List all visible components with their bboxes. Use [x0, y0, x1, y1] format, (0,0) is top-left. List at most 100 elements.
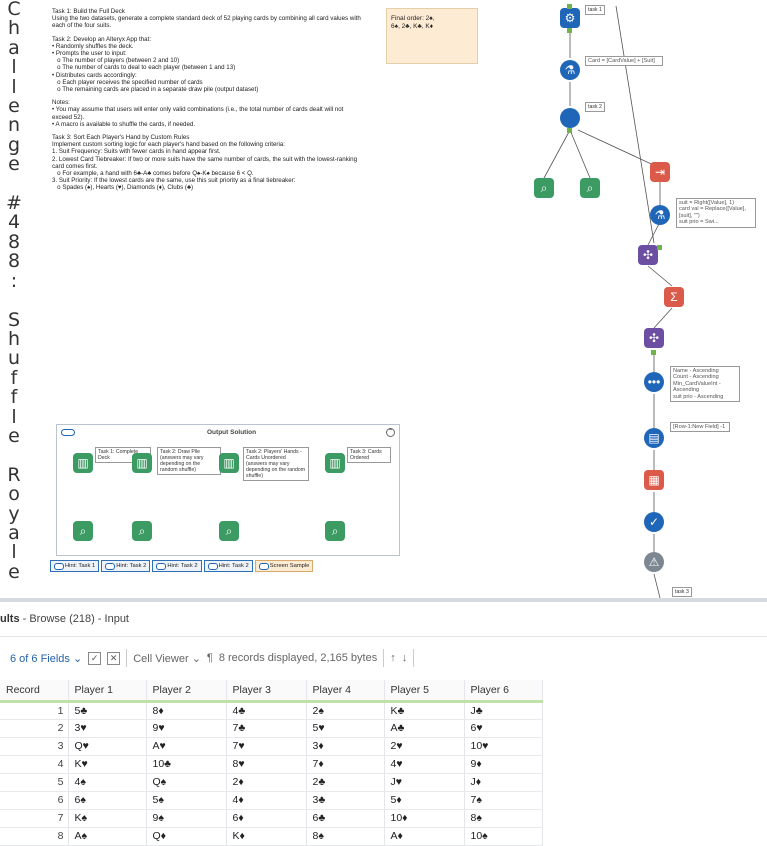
table-cell[interactable]: 2♠	[306, 701, 385, 720]
column-header[interactable]: Player 1	[68, 680, 147, 703]
table-cell[interactable]: K♥	[68, 755, 147, 774]
table-cell[interactable]: 8♠	[306, 827, 385, 846]
table-cell[interactable]: K♦	[226, 827, 307, 846]
join-anchor[interactable]	[651, 350, 656, 355]
join-tool[interactable]: ✣	[638, 245, 658, 265]
table-row[interactable]: 1 5♣ 8♦ 4♣ 2♠ K♣ J♣	[0, 701, 543, 720]
column-header[interactable]: Player 5	[384, 680, 465, 703]
column-header[interactable]: Player 6	[464, 680, 543, 703]
browse-output-3[interactable]: ▥	[219, 453, 239, 473]
table-cell[interactable]: Q♥	[68, 737, 147, 756]
arrow-down-icon[interactable]: ↓	[402, 652, 408, 664]
table-cell[interactable]: 4♣	[226, 701, 307, 720]
browse-tool-d[interactable]: ⌕	[325, 521, 345, 541]
table-row[interactable]: 4 K♥ 10♣ 8♥ 7♦ 4♥ 9♦	[0, 755, 543, 774]
table-row[interactable]: 7 K♠ 9♠ 6♦ 6♣ 10♦ 8♠	[0, 809, 543, 828]
table-cell[interactable]: 9♠	[146, 809, 227, 828]
arrow-up-icon[interactable]: ↑	[390, 652, 396, 664]
table-cell[interactable]: 5♠	[146, 791, 227, 810]
table-cell[interactable]: 3♦	[306, 737, 385, 756]
column-header[interactable]: Record	[0, 680, 69, 703]
table-row[interactable]: 6 6♠ 5♠ 4♦ 3♣ 5♦ 7♠	[0, 791, 543, 810]
table-cell[interactable]: 5♣	[68, 701, 147, 720]
table-cell[interactable]: 6♦	[226, 809, 307, 828]
clear-icon[interactable]: ✕	[107, 651, 121, 665]
workflow-canvas[interactable]: Challenge #4 8 8: Shuffle Royale Task 1: B…	[0, 0, 767, 600]
table-cell[interactable]: 6♠	[68, 791, 147, 810]
table-cell[interactable]: 6♣	[306, 809, 385, 828]
table-cell[interactable]: A♥	[146, 737, 227, 756]
hint-task2-button-3[interactable]: Hint: Task 2	[203, 560, 253, 572]
browse-output-2[interactable]: ▥	[132, 453, 152, 473]
table-cell[interactable]: 9♦	[464, 755, 543, 774]
sort-tool[interactable]: •••	[644, 372, 664, 392]
hint-task2-button-2[interactable]: Hint: Task 2	[152, 560, 202, 572]
output-anchor[interactable]	[567, 4, 572, 9]
table-cell[interactable]: J♥	[384, 773, 465, 792]
join-anchor[interactable]	[657, 245, 662, 250]
select-tool[interactable]: ✓	[644, 512, 664, 532]
table-cell[interactable]: K♠	[68, 809, 147, 828]
table-cell[interactable]: 7♥	[226, 737, 307, 756]
table-cell[interactable]: 10♥	[464, 737, 543, 756]
collapse-icon[interactable]: ⌃	[386, 428, 395, 437]
table-cell[interactable]: 2♥	[384, 737, 465, 756]
table-cell[interactable]: 7♠	[464, 791, 543, 810]
table-cell[interactable]: A♣	[384, 719, 465, 738]
screen-sample-button[interactable]: Screen Sample	[254, 560, 314, 572]
table-cell[interactable]: 6♥	[464, 719, 543, 738]
table-cell[interactable]: 10♠	[464, 827, 543, 846]
table-row[interactable]: 5 4♠ Q♠ 2♦ 2♣ J♥ J♦	[0, 773, 543, 792]
browse-tool-2[interactable]: ⌕	[580, 178, 600, 198]
column-header[interactable]: Player 2	[146, 680, 227, 703]
formula-tool-2[interactable]: ⚗	[650, 205, 670, 225]
table-cell[interactable]: 8♦	[146, 701, 227, 720]
browse-tool-1[interactable]: ⌕	[534, 178, 554, 198]
table-cell[interactable]: 5♥	[306, 719, 385, 738]
table-cell[interactable]: 2♦	[226, 773, 307, 792]
table-cell[interactable]: 9♥	[146, 719, 227, 738]
browse-output-1[interactable]: ▥	[73, 453, 93, 473]
checkbox-icon[interactable]: ✓	[88, 651, 102, 665]
generate-rows-tool[interactable]: ⚙	[560, 8, 580, 28]
output-solution-container[interactable]: Output Solution ⌃ ▥ Task 1: Complete Dec…	[56, 424, 400, 556]
text-to-columns-tool[interactable]: ⇥	[650, 162, 670, 182]
table-cell[interactable]: 7♦	[306, 755, 385, 774]
paragraph-icon[interactable]: ¶	[207, 652, 213, 664]
browse-output-4[interactable]: ▥	[325, 453, 345, 473]
table-cell[interactable]: 10♦	[384, 809, 465, 828]
output-anchor[interactable]	[567, 28, 572, 33]
table-cell[interactable]: 5♦	[384, 791, 465, 810]
table-cell[interactable]: 4♥	[384, 755, 465, 774]
table-cell[interactable]: Q♦	[146, 827, 227, 846]
cell-viewer-dropdown[interactable]: Cell Viewer ⌄	[133, 652, 201, 665]
table-cell[interactable]: 8♥	[226, 755, 307, 774]
column-header[interactable]: Player 3	[226, 680, 307, 703]
macro-tool[interactable]	[560, 108, 580, 128]
table-cell[interactable]: 3♥	[68, 719, 147, 738]
test-tool[interactable]: ⚠	[644, 552, 664, 572]
table-cell[interactable]: 2♣	[306, 773, 385, 792]
table-cell[interactable]: 4♦	[226, 791, 307, 810]
table-row[interactable]: 3 Q♥ A♥ 7♥ 3♦ 2♥ 10♥	[0, 737, 543, 756]
multi-row-formula-tool[interactable]: ▤	[644, 428, 664, 448]
column-header[interactable]: Player 4	[306, 680, 385, 703]
hint-task2-button[interactable]: Hint: Task 2	[101, 560, 151, 572]
table-cell[interactable]: Q♠	[146, 773, 227, 792]
browse-tool-a[interactable]: ⌕	[73, 521, 93, 541]
crosstab-tool[interactable]: ▦	[644, 470, 664, 490]
table-cell[interactable]: 4♠	[68, 773, 147, 792]
table-row[interactable]: 2 3♥ 9♥ 7♣ 5♥ A♣ 6♥	[0, 719, 543, 738]
table-cell[interactable]: J♣	[464, 701, 543, 720]
summarize-tool[interactable]: Σ	[664, 287, 684, 307]
table-row[interactable]: 8 A♠ Q♦ K♦ 8♠ A♦ 10♠	[0, 827, 543, 846]
table-cell[interactable]: 3♣	[306, 791, 385, 810]
container-toggle[interactable]	[61, 429, 75, 436]
fields-dropdown[interactable]: 6 of 6 Fields ⌄	[10, 652, 82, 665]
hint-task1-button[interactable]: Hint: Task 1	[50, 560, 100, 572]
table-cell[interactable]: 10♣	[146, 755, 227, 774]
join-tool-2[interactable]: ✣	[644, 328, 664, 348]
table-cell[interactable]: K♣	[384, 701, 465, 720]
table-cell[interactable]: J♦	[464, 773, 543, 792]
formula-tool[interactable]: ⚗	[560, 60, 580, 80]
